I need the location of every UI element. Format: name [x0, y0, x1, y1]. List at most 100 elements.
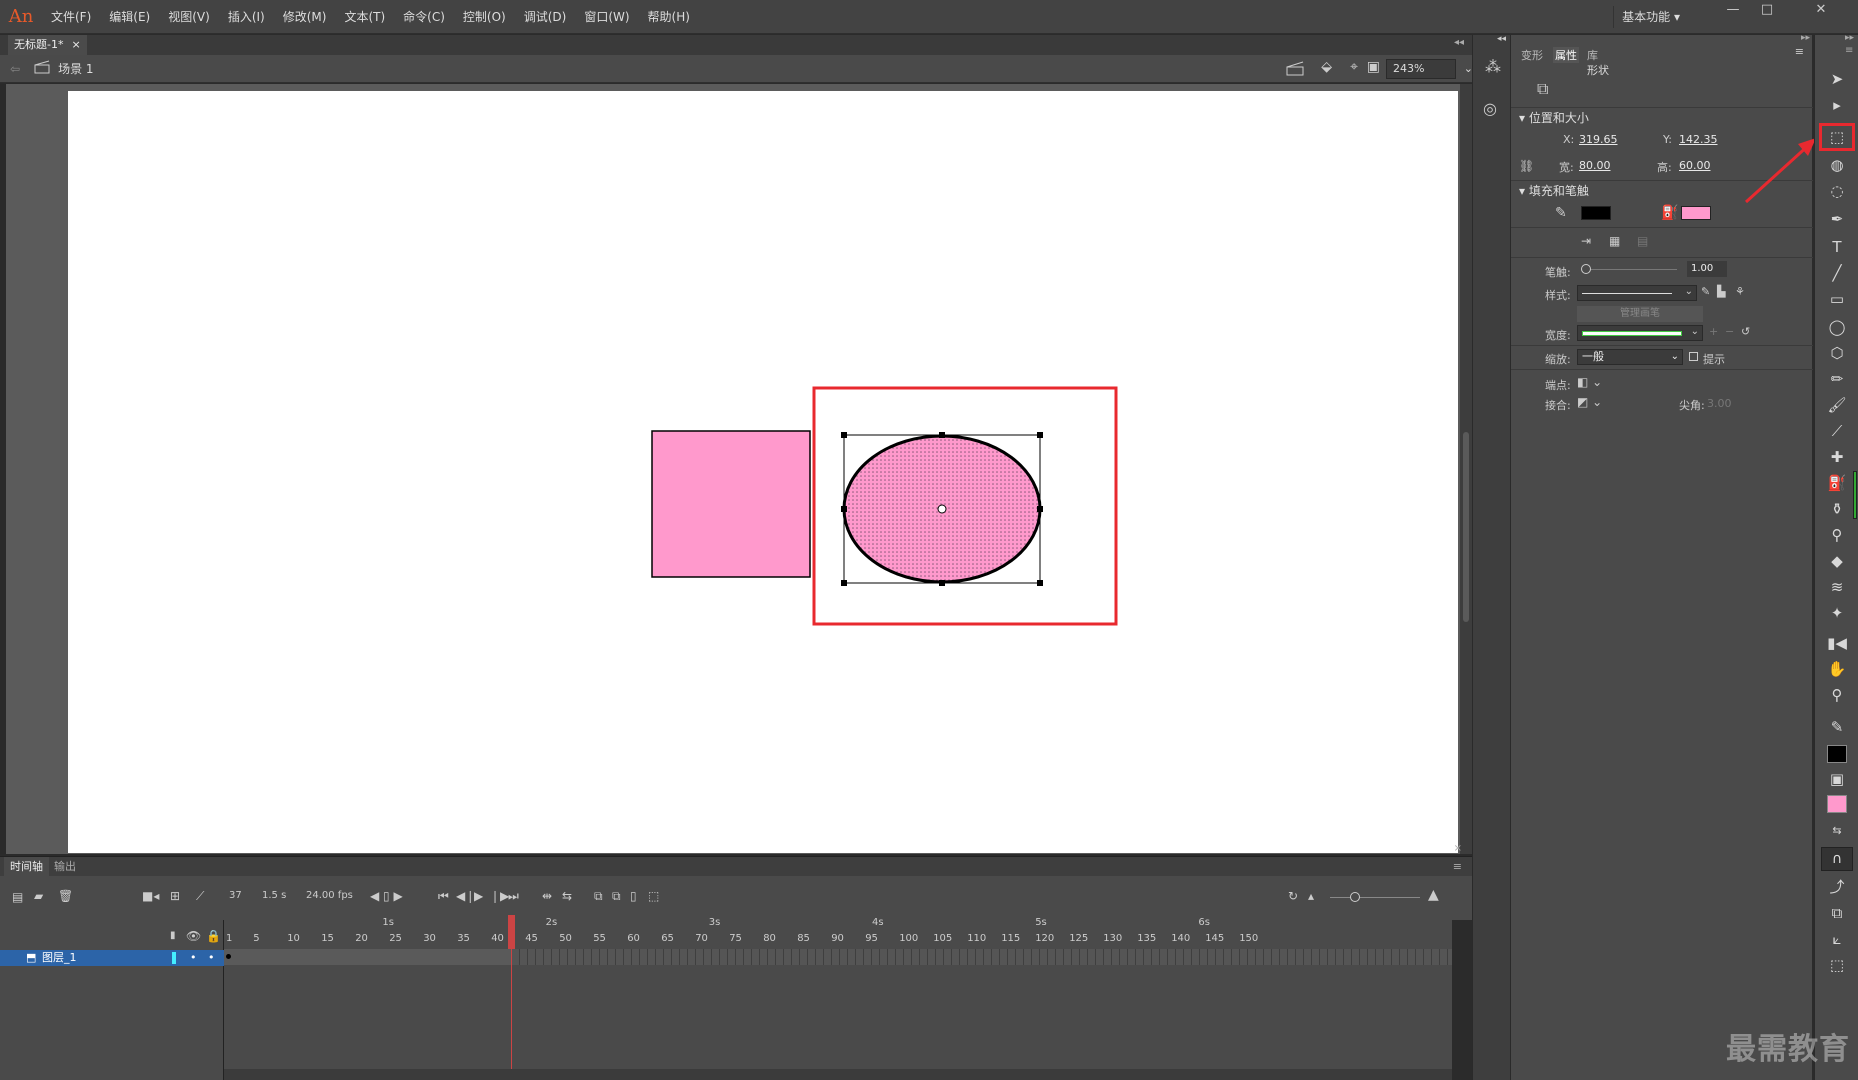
frame-grid[interactable] [224, 949, 1452, 1080]
layer-name[interactable]: 图层_1 [42, 950, 77, 966]
menu-window[interactable]: 窗口(W) [575, 0, 638, 34]
scale-select[interactable]: 一般 ⌄ [1577, 349, 1683, 365]
playhead[interactable] [508, 915, 515, 949]
width-profile-select[interactable]: ⌄ [1577, 325, 1703, 341]
edit-scene-icon[interactable] [1286, 60, 1304, 79]
highlight-layers-icon[interactable]: ▮ [170, 930, 176, 941]
default-colors-icon[interactable]: ▤ [1637, 234, 1648, 248]
new-layer-icon[interactable]: ▤ [12, 890, 23, 904]
close-icon[interactable]: × [1454, 843, 1462, 854]
height-value[interactable]: 60.00 [1679, 159, 1711, 172]
delete-layer-icon[interactable]: 🗑 [58, 889, 73, 903]
paint-brush-tool-icon[interactable]: 🖌 [1823, 393, 1851, 417]
panel-menu-icon[interactable]: ≡ [1795, 45, 1804, 58]
zoom-in-icon[interactable]: ▲ [1428, 887, 1439, 903]
keyframe-dot[interactable] [226, 954, 231, 959]
brush-icon[interactable]: ⚘ [1735, 285, 1745, 298]
join-select[interactable]: ◩ ⌄ [1577, 395, 1602, 409]
stroke-color-well[interactable] [1827, 745, 1847, 763]
timeline-zoom-thumb[interactable] [1350, 892, 1360, 902]
paint-bucket-tool-icon[interactable]: ⛽ [1823, 471, 1851, 495]
eraser-tool-icon[interactable]: ◆ [1823, 549, 1851, 573]
scene-label[interactable]: 场景 1 [58, 60, 93, 77]
menu-edit[interactable]: 编辑(E) [100, 0, 159, 34]
back-arrow-icon[interactable]: ⇦ [10, 62, 20, 76]
lock-icon[interactable]: 🔒 [206, 929, 221, 943]
oval-tool-icon[interactable]: ◯ [1823, 315, 1851, 339]
expand-icon[interactable]: ◂◂ [1497, 34, 1506, 44]
stage-canvas[interactable] [68, 91, 1458, 853]
pencil-tool-icon[interactable]: ✏ [1823, 367, 1851, 391]
tab-properties[interactable]: 属性 [1553, 47, 1579, 63]
menu-file[interactable]: 文件(F) [42, 0, 100, 34]
scrollbar-thumb[interactable] [1463, 432, 1469, 622]
expand-icon[interactable]: ▸▸ [1845, 33, 1854, 43]
transform-point[interactable] [937, 504, 947, 514]
stroke-size-input[interactable]: 1.00 [1687, 261, 1727, 277]
fill-color-well[interactable] [1827, 795, 1847, 813]
3d-rotation-tool-icon[interactable]: ◍ [1823, 153, 1851, 177]
stroke-size-thumb[interactable] [1581, 264, 1591, 274]
menu-insert[interactable]: 插入(I) [219, 0, 274, 34]
edit-style-icon[interactable]: ✎ [1701, 285, 1710, 298]
menu-debug[interactable]: 调试(D) [515, 0, 576, 34]
manage-brush-button[interactable]: 管理画笔 [1577, 306, 1703, 322]
keyframe-span[interactable] [224, 949, 512, 965]
stroke-color-swatch[interactable] [1581, 206, 1611, 220]
panel-menu-icon[interactable]: ≡ [1845, 45, 1853, 56]
panel-menu-icon[interactable]: ≡ [1453, 860, 1462, 873]
layer-visible-dot[interactable]: • [190, 950, 197, 966]
loop-icon[interactable]: ⇹ [542, 889, 552, 903]
polystar-tool-icon[interactable]: ⬡ [1823, 341, 1851, 365]
last-frame-icon[interactable]: ⏭ [508, 889, 519, 904]
fill-color-swatch[interactable] [1681, 206, 1711, 220]
motion-presets-icon[interactable]: ⁂ [1485, 57, 1501, 76]
timeline-zoom-slider[interactable] [1330, 897, 1420, 898]
lasso-tool-icon[interactable]: ◌ [1823, 179, 1851, 203]
x-value[interactable]: 319.65 [1579, 133, 1618, 146]
no-color-icon[interactable]: ▦ [1609, 234, 1620, 248]
onion-skin-icon[interactable]: ⧉ [594, 889, 603, 904]
zoom-select[interactable]: 243% ⌄ [1386, 59, 1473, 79]
eyedropper-tool-icon[interactable]: ⚲ [1823, 523, 1851, 547]
asset-warp-tool-icon[interactable]: ✦ [1823, 601, 1851, 625]
selection-tool-icon[interactable]: ➤ [1823, 67, 1851, 91]
zoom-tool-icon[interactable]: ⚲ [1823, 683, 1851, 707]
tab-library[interactable]: 库 [1587, 47, 1598, 63]
tab-output[interactable]: 输出 [48, 857, 82, 877]
layer-lock-dot[interactable]: • [208, 950, 215, 966]
swap-colors-icon[interactable]: ⇆ [1823, 819, 1851, 843]
center-frame-icon[interactable]: ⇆ [562, 889, 572, 903]
layer-parenting-icon[interactable]: ⊞ [170, 889, 180, 903]
menu-text[interactable]: 文本(T) [335, 0, 394, 34]
free-transform-tool-icon[interactable]: ⬚ [1819, 123, 1855, 151]
menu-control[interactable]: 控制(O) [454, 0, 515, 34]
frame-rate[interactable]: 24.00 fps [306, 890, 353, 901]
menu-help[interactable]: 帮助(H) [639, 0, 699, 34]
section-position-size[interactable]: ▾ 位置和大小 [1519, 109, 1589, 126]
width-value[interactable]: 80.00 [1579, 159, 1611, 172]
hand-tool-icon[interactable]: ✋ [1823, 657, 1851, 681]
playhead-controls-icon[interactable]: ◀ ▯ ▶ [370, 889, 403, 903]
brush-tool-icon[interactable]: ⟋ [1823, 419, 1851, 443]
refresh-icon[interactable]: ↻ [1288, 889, 1298, 903]
line-tool-icon[interactable]: ╱ [1823, 261, 1851, 285]
y-value[interactable]: 142.35 [1679, 133, 1718, 146]
stroke-size-slider[interactable] [1583, 269, 1677, 270]
scale-icon[interactable]: ⬚ [1823, 953, 1851, 977]
maximize-button[interactable]: □ [1750, 0, 1784, 22]
edit-symbol-icon[interactable]: ⬙ [1321, 59, 1332, 75]
minimize-button[interactable]: — [1716, 0, 1750, 22]
cap-select[interactable]: ◧ ⌄ [1577, 375, 1602, 389]
straighten-icon[interactable]: ⧉ [1823, 901, 1851, 925]
camera-tool-icon[interactable]: ▮◀ [1823, 631, 1851, 655]
stage-vertical-scrollbar[interactable] [1460, 84, 1472, 854]
reset-width-icon[interactable]: ↺ [1741, 325, 1750, 338]
add-width-icon[interactable]: + [1709, 325, 1718, 338]
close-icon[interactable]: × [71, 35, 80, 55]
menu-commands[interactable]: 命令(C) [394, 0, 454, 34]
stroke-style-select[interactable]: ⌄ [1577, 285, 1697, 301]
swap-colors-icon[interactable]: ⇥ [1581, 234, 1591, 248]
first-frame-icon[interactable]: ⏮ [438, 889, 449, 904]
timeline-ruler[interactable]: 1s 2s 3s 4s 5s 6s 1 5 10 15 20 25 30 35 40 45 50 55 60 65 7… [224, 915, 1452, 949]
